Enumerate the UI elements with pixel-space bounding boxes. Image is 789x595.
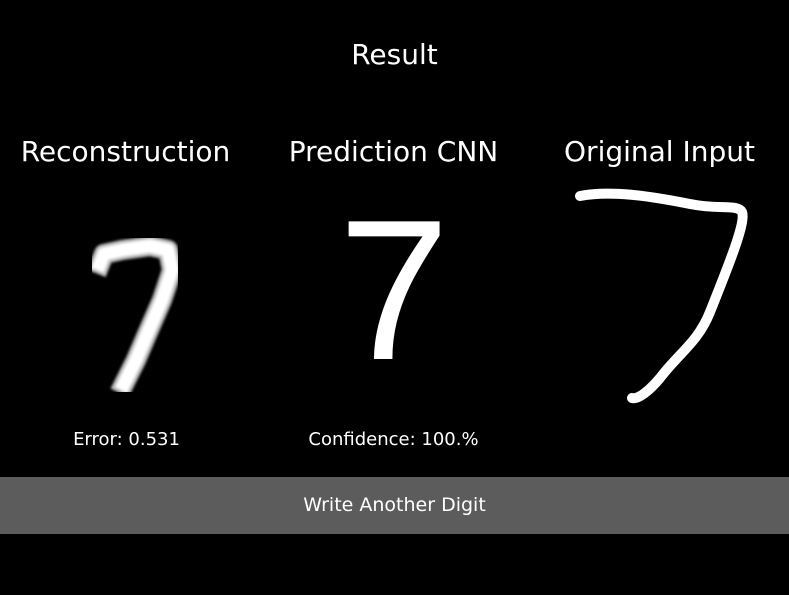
- reconstruction-error: Error: 0.531: [73, 429, 180, 450]
- prediction-heading: Prediction CNN: [288, 135, 499, 168]
- page-title: Result: [351, 38, 438, 71]
- prediction-confidence: Confidence: 100.%: [308, 429, 479, 450]
- reconstruction-heading: Reconstruction: [20, 135, 231, 168]
- predicted-digit: 7: [338, 179, 450, 402]
- original-input-heading: Original Input: [564, 135, 755, 168]
- reconstruction-image: [92, 238, 178, 392]
- write-another-digit-button[interactable]: Write Another Digit: [0, 477, 789, 534]
- original-input-drawing: [575, 188, 748, 404]
